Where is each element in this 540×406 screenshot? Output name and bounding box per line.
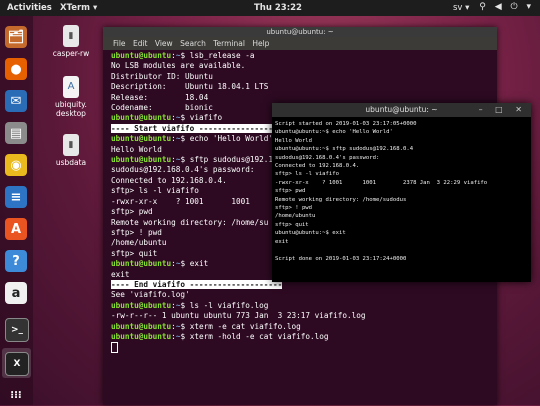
dock: 🗂 ● ✉ ▤ ◉ ≡ A? a >_ X ⁝⁝⁝ xyxy=(0,16,33,405)
window-titlebar[interactable]: ubuntu@ubuntu: ~ – □ ✕ xyxy=(272,103,531,117)
amazon-icon[interactable]: a xyxy=(5,282,27,304)
end-banner: ---- End viafifo -------------------- xyxy=(111,279,283,289)
window-title: ubuntu@ubuntu: ~ xyxy=(365,105,438,114)
system-tray[interactable]: ⚲ ◀ ⏻ ▾ xyxy=(479,2,534,12)
desktop-icon-label: usbdata xyxy=(55,158,87,167)
menu-edit[interactable]: Edit xyxy=(133,39,148,48)
menu-search[interactable]: Search xyxy=(180,39,206,48)
window-controls[interactable]: – □ ✕ xyxy=(479,103,527,117)
menu-help[interactable]: Help xyxy=(252,39,269,48)
clock[interactable]: Thu 23:22 xyxy=(254,3,302,13)
menu-file[interactable]: File xyxy=(113,39,126,48)
help-icon[interactable]: ? xyxy=(5,250,27,272)
files-icon[interactable]: 🗂 xyxy=(5,26,27,48)
launcher-file-icon: A xyxy=(63,76,79,98)
usb-drive-icon: ▮ xyxy=(63,134,79,156)
desktop-icon-ubiquity[interactable]: A ubiquity. desktop xyxy=(46,76,96,118)
app-menu-button[interactable]: XTerm ▾ xyxy=(60,3,97,13)
software-center-icon[interactable]: A xyxy=(5,218,27,240)
file-manager-icon[interactable]: ▤ xyxy=(5,122,27,144)
terminal-output[interactable]: Script started on 2019-01-03 23:17:05+00… xyxy=(272,117,531,266)
top-panel: Activities XTerm ▾ Thu 23:22 sv ▾ ⚲ ◀ ⏻ … xyxy=(0,0,540,16)
firefox-icon[interactable]: ● xyxy=(5,58,27,80)
desktop-icon-label: ubiquity. desktop xyxy=(55,100,87,118)
usb-drive-icon: ▮ xyxy=(63,25,79,47)
keyboard-layout-indicator[interactable]: sv ▾ xyxy=(453,3,469,13)
menu-bar: File Edit View Search Terminal Help xyxy=(103,37,497,50)
desktop-icon-label: casper-rw xyxy=(52,49,90,58)
terminal-icon[interactable]: >_ xyxy=(5,318,29,342)
rhythmbox-icon[interactable]: ◉ xyxy=(5,154,27,176)
text-cursor xyxy=(111,342,118,354)
start-banner: ---- Start viafifo ------------------ xyxy=(111,123,283,133)
writer-icon[interactable]: ≡ xyxy=(5,186,27,208)
desktop-icon-usbdata[interactable]: ▮ usbdata xyxy=(46,134,96,167)
menu-view[interactable]: View xyxy=(155,39,173,48)
window-title: ubuntu@ubuntu: ~ xyxy=(103,27,497,37)
thunderbird-icon[interactable]: ✉ xyxy=(5,90,27,112)
show-apps-icon[interactable]: ⁝⁝⁝ xyxy=(5,384,27,406)
activities-button[interactable]: Activities xyxy=(7,3,52,13)
xterm-window-log[interactable]: ubuntu@ubuntu: ~ – □ ✕ Script started on… xyxy=(272,103,531,282)
desktop-icon-casper-rw[interactable]: ▮ casper-rw xyxy=(46,25,96,58)
xterm-icon[interactable]: X xyxy=(5,352,29,376)
menu-terminal[interactable]: Terminal xyxy=(213,39,245,48)
